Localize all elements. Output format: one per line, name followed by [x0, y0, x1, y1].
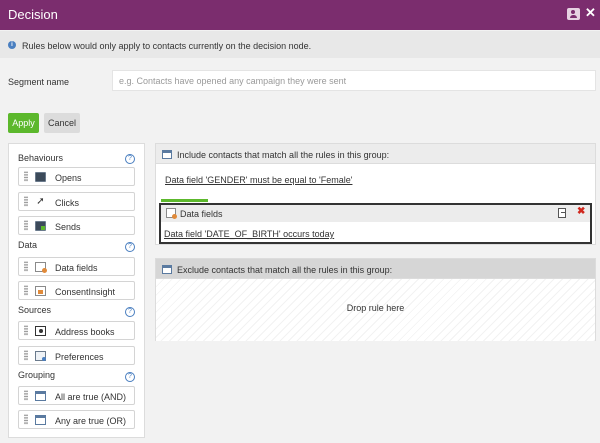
- drag-handle-icon[interactable]: [24, 261, 28, 272]
- drop-zone-text: Drop rule here: [346, 303, 405, 313]
- preferences-icon: [35, 351, 46, 361]
- palette-item-label: All are true (AND): [55, 392, 127, 402]
- rule-date-of-birth[interactable]: Data field 'DATE_OF_BIRTH' occurs today: [164, 229, 334, 239]
- drag-handle-icon[interactable]: [24, 350, 28, 361]
- section-behaviours: Behaviours: [18, 153, 64, 163]
- drag-handle-icon[interactable]: [24, 196, 28, 207]
- section-data: Data: [18, 240, 38, 250]
- palette-item-clicks[interactable]: ➚ Clicks: [18, 192, 135, 211]
- section-grouping: Grouping: [18, 370, 56, 380]
- exclude-group-header: Exclude contacts that match all the rule…: [156, 259, 595, 279]
- copy-icon[interactable]: [558, 208, 566, 218]
- segment-name-input[interactable]: [112, 70, 596, 91]
- title-bar: Decision ✕: [0, 0, 600, 30]
- group-window-icon: [35, 415, 46, 425]
- drag-handle-icon[interactable]: [24, 390, 28, 401]
- palette-item-address-books[interactable]: Address books: [18, 321, 135, 340]
- help-icon[interactable]: ?: [125, 154, 135, 164]
- group-window-icon: [162, 265, 172, 274]
- info-bar: i Rules below would only apply to contac…: [0, 31, 600, 58]
- palette-item-label: ConsentInsight: [55, 287, 116, 297]
- cursor-icon: ➚: [36, 196, 45, 207]
- address-book-icon: [35, 326, 46, 336]
- drag-handle-icon[interactable]: [24, 325, 28, 336]
- drag-handle-icon[interactable]: [24, 414, 28, 425]
- selected-rule-card[interactable]: Data fields ✖ Data field 'DATE_OF_BIRTH'…: [159, 203, 592, 244]
- selected-rule-title: Data fields: [180, 209, 223, 219]
- delete-icon[interactable]: ✖: [577, 206, 585, 217]
- apply-button[interactable]: Apply: [8, 113, 39, 133]
- palette-item-any-are-true[interactable]: Any are true (OR): [18, 410, 135, 429]
- document-icon: [35, 286, 46, 296]
- palette-item-preferences[interactable]: Preferences: [18, 346, 135, 365]
- group-window-icon: [35, 391, 46, 401]
- palette-item-label: Data fields: [55, 263, 98, 273]
- drop-indicator: [161, 199, 208, 202]
- selected-rule-header: Data fields ✖: [161, 205, 590, 222]
- section-sources: Sources: [18, 305, 52, 315]
- email-open-icon: [35, 172, 46, 182]
- palette-item-consentinsight[interactable]: ConsentInsight: [18, 281, 135, 300]
- palette-item-opens[interactable]: Opens: [18, 167, 135, 186]
- drag-handle-icon[interactable]: [24, 171, 28, 182]
- drop-zone[interactable]: Drop rule here: [156, 279, 595, 341]
- group-window-icon: [162, 150, 172, 159]
- segment-name-label: Segment name: [8, 77, 70, 87]
- data-field-icon: [35, 262, 47, 273]
- help-icon[interactable]: ?: [125, 242, 135, 252]
- window-title: Decision: [8, 7, 58, 22]
- help-icon[interactable]: ?: [125, 372, 135, 382]
- palette-item-label: Any are true (OR): [55, 416, 127, 426]
- palette-item-all-are-true[interactable]: All are true (AND): [18, 386, 135, 405]
- palette-item-sends[interactable]: Sends: [18, 216, 135, 235]
- include-group-title: Include contacts that match all the rule…: [177, 150, 390, 160]
- palette-item-label: Clicks: [55, 198, 79, 208]
- exclude-group-title: Exclude contacts that match all the rule…: [177, 265, 393, 275]
- data-field-icon: [166, 208, 177, 219]
- cancel-button[interactable]: Cancel: [44, 113, 80, 133]
- rule-gender[interactable]: Data field 'GENDER' must be equal to 'Fe…: [165, 175, 352, 185]
- drag-handle-icon[interactable]: [24, 285, 28, 296]
- rule-palette: Behaviours ? Opens ➚ Clicks Sends Data ?…: [8, 143, 145, 438]
- palette-item-label: Opens: [55, 173, 82, 183]
- palette-item-label: Address books: [55, 327, 115, 337]
- info-icon: i: [8, 41, 16, 49]
- exclude-group: Exclude contacts that match all the rule…: [155, 258, 596, 341]
- palette-item-label: Sends: [55, 222, 81, 232]
- drag-handle-icon[interactable]: [24, 220, 28, 231]
- user-icon[interactable]: [567, 8, 580, 20]
- palette-item-label: Preferences: [55, 352, 104, 362]
- email-send-icon: [35, 221, 46, 231]
- info-text: Rules below would only apply to contacts…: [22, 41, 312, 51]
- palette-item-data-fields[interactable]: Data fields: [18, 257, 135, 276]
- include-group-header: Include contacts that match all the rule…: [156, 144, 595, 164]
- help-icon[interactable]: ?: [125, 307, 135, 317]
- close-icon[interactable]: ✕: [585, 6, 596, 20]
